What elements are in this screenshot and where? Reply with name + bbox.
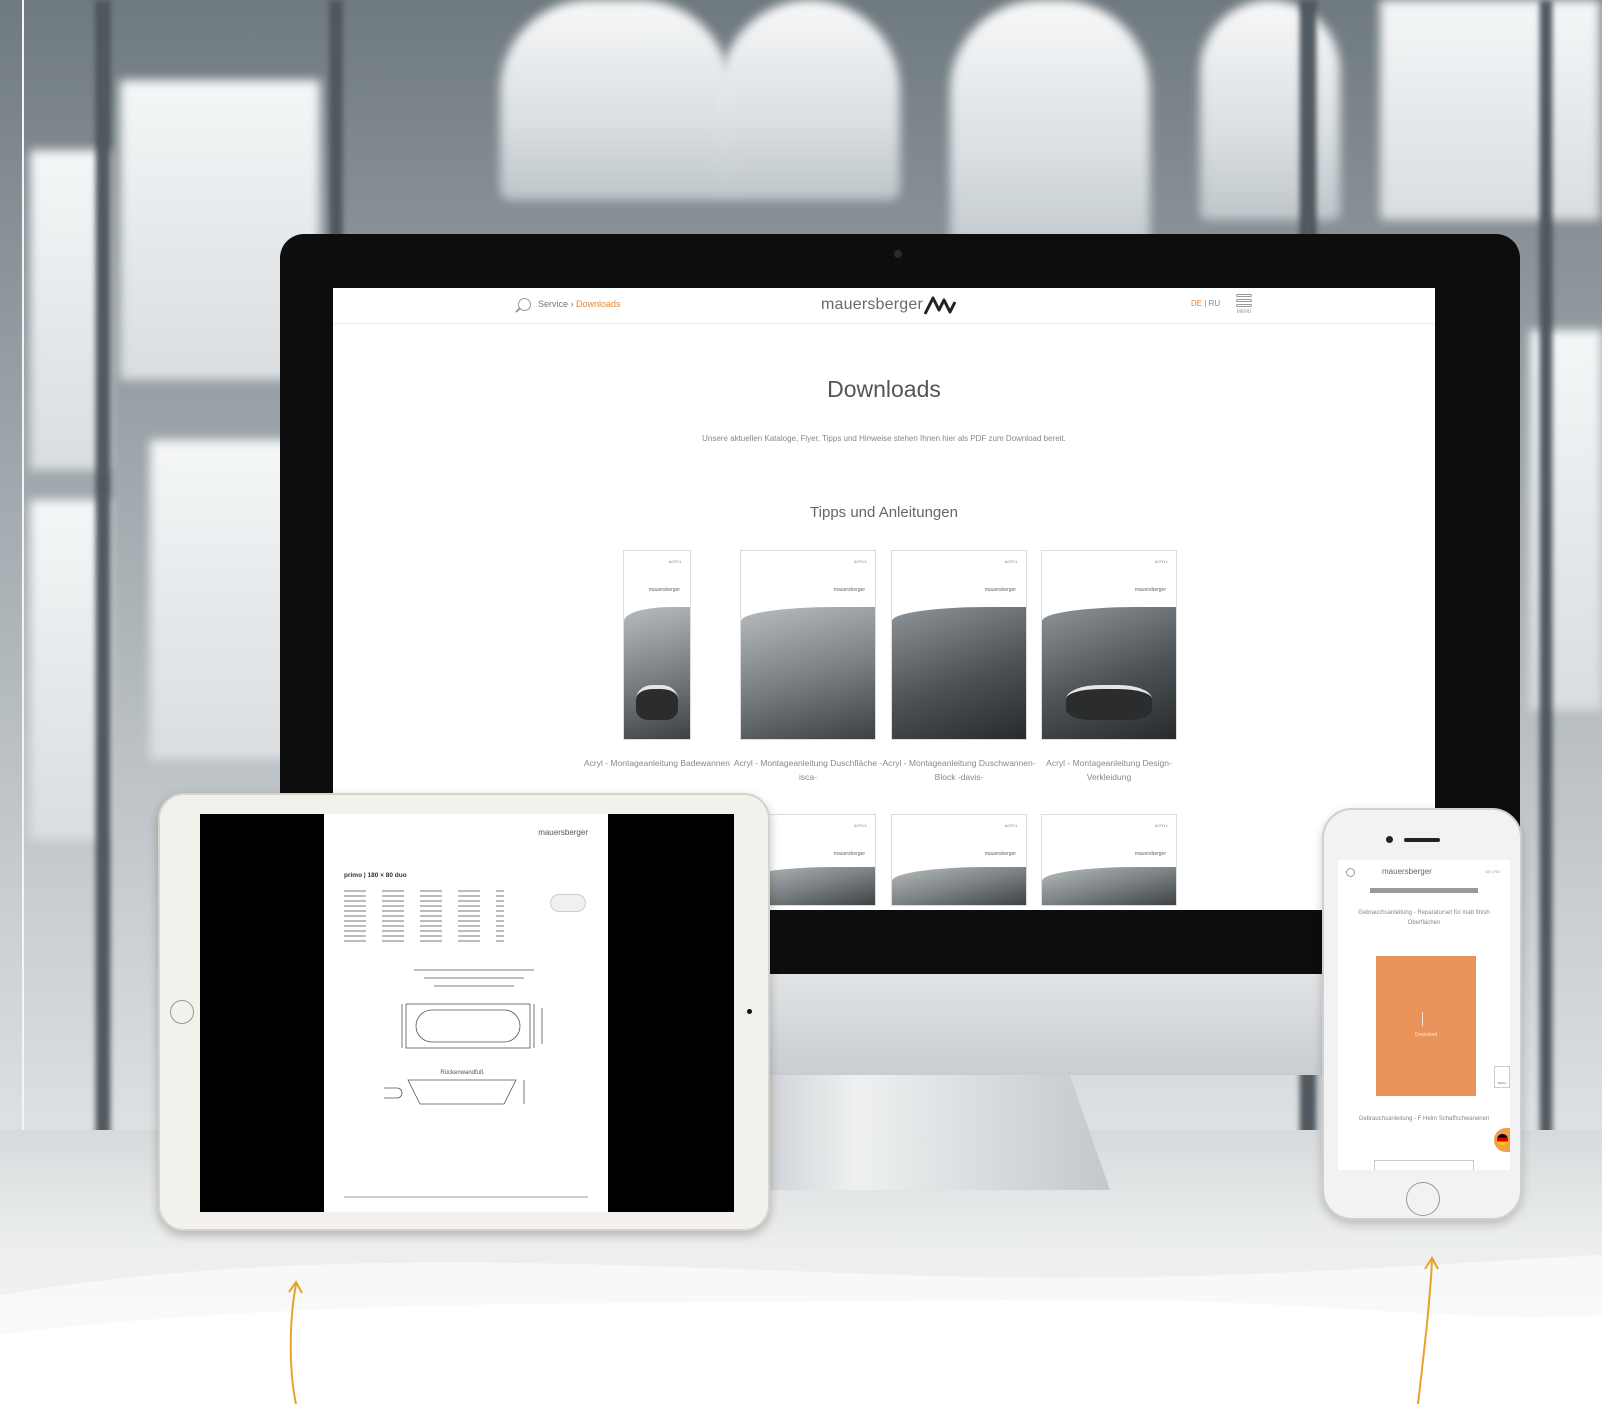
camera-icon (747, 1009, 752, 1014)
decorative-wave (0, 1255, 1602, 1404)
pdf-brand: mauersberger (538, 828, 588, 837)
brand-logo-text[interactable]: mauersberger (1382, 867, 1432, 876)
language-flag-tab[interactable] (1494, 1128, 1510, 1152)
document-tag: ACRYL (1004, 559, 1018, 564)
search-icon[interactable] (1346, 868, 1355, 877)
display-bathtub (720, 0, 900, 200)
document-tag: ACRYL (1154, 559, 1168, 564)
document-caption[interactable]: Gebrauchsanleitung - Reparaturset für ma… (1358, 908, 1490, 928)
site-header: Service › Downloads mauersberger DE | RU… (333, 288, 1435, 324)
intro-text: Unsere aktuellen Kataloge, Flyer, Tipps … (702, 434, 1066, 443)
document-caption[interactable]: Gebrauchsanleitung - F Helm Schaffschwan… (1358, 1114, 1490, 1124)
hamburger-menu-icon[interactable]: MENU (1233, 294, 1255, 318)
shelf-pillar (96, 0, 110, 1140)
tablet-screen: mauersberger primo | 180 × 80 duo Rücken… (200, 814, 734, 1212)
german-flag-icon (1497, 1134, 1508, 1145)
previous-card-edge (1370, 888, 1478, 893)
document-tag: ACRYL (853, 559, 867, 564)
brand-logo-mark-icon[interactable] (923, 294, 957, 316)
pdf-datasheet: mauersberger primo | 180 × 80 duo Rücken… (324, 814, 608, 1212)
document-tag: ACRYL (853, 823, 867, 828)
tablet-callout-arrow-icon (288, 1280, 303, 1404)
document-tag: ACRYL (1154, 823, 1168, 828)
document-brand: mauersberger (833, 851, 865, 857)
display-panel (150, 440, 300, 760)
breadcrumb: Service › Downloads (538, 299, 621, 309)
home-button-icon (1406, 1182, 1440, 1216)
camera-icon (1386, 836, 1393, 843)
document-brand: mauersberger (984, 851, 1016, 857)
brand-logo-text[interactable]: mauersberger (821, 296, 923, 314)
document-caption[interactable]: Acryl - Montageanleitung Duschfläche -is… (728, 756, 888, 784)
display-bathtub (500, 0, 730, 200)
download-tile[interactable]: Download (1376, 956, 1476, 1096)
document-brand: mauersberger (833, 587, 865, 593)
phone-device: mauersberger DE | RU Gebrauchsanleitung … (1322, 808, 1522, 1220)
drawing-label: Rückenwandfuß (440, 1070, 484, 1076)
download-arrow-icon (1422, 1012, 1423, 1026)
language-ru[interactable]: RU (1209, 299, 1221, 308)
document-cover-image (892, 867, 1026, 905)
pdf-footer (344, 1196, 588, 1198)
home-button-icon (170, 1000, 194, 1024)
pdf-product-title: primo | 180 × 80 duo (344, 872, 407, 879)
search-icon[interactable] (518, 298, 531, 311)
document-brand: mauersberger (648, 587, 680, 593)
document-tag: ACRYL (1004, 823, 1018, 828)
document-card[interactable]: ACRYL mauersberger (623, 550, 691, 740)
display-bathtub (1200, 0, 1340, 220)
document-caption[interactable]: Acryl - Montageanleitung Design-Verkleid… (1029, 756, 1189, 784)
document-caption[interactable]: Acryl - Montageanleitung Badewannen (577, 756, 737, 770)
document-cover-image (1042, 607, 1176, 739)
pdf-spec-table (344, 890, 504, 945)
breadcrumb-separator: › (568, 299, 577, 309)
document-card[interactable]: ACRYL mauersberger (891, 550, 1027, 740)
language-de[interactable]: DE (1191, 299, 1202, 308)
language-switch[interactable]: DE | RU (1191, 299, 1220, 308)
phone-callout-arrow-icon (1417, 1256, 1439, 1404)
document-cover-image (624, 607, 690, 739)
download-label: Download (1414, 1032, 1438, 1038)
document-card[interactable]: ACRYL mauersberger (891, 814, 1027, 906)
display-panel (1380, 0, 1600, 220)
document-cover-image (1042, 867, 1176, 905)
menu-label: MENU (1236, 309, 1252, 315)
section-title: Tipps und Anleitungen (810, 504, 958, 521)
document-brand: mauersberger (984, 587, 1016, 593)
pdf-product-thumbnail (550, 894, 586, 912)
document-card[interactable]: ACRYL mauersberger (740, 550, 876, 740)
breadcrumb-parent[interactable]: Service (538, 299, 568, 309)
phone-screen: mauersberger DE | RU Gebrauchsanleitung … (1338, 860, 1510, 1170)
document-card[interactable]: ACRYL mauersberger (1041, 814, 1177, 906)
shelf-pillar (1540, 0, 1552, 1140)
document-tag: ACRYL (668, 559, 682, 564)
document-cover-image (741, 607, 875, 739)
document-brand: mauersberger (1134, 587, 1166, 593)
page-title: Downloads (827, 376, 941, 402)
technical-drawing: Rückenwandfuß (384, 969, 543, 1105)
document-brand: mauersberger (1134, 851, 1166, 857)
side-menu-button[interactable]: MENU (1494, 1066, 1510, 1088)
language-switch[interactable]: DE | RU (1485, 869, 1500, 874)
tablet-device: mauersberger primo | 180 × 80 duo Rücken… (158, 793, 770, 1231)
document-caption[interactable]: Acryl - Montageanleitung Duschwannen-Blo… (879, 756, 1039, 784)
camera-icon (894, 250, 902, 258)
document-card[interactable]: ACRYL mauersberger (1041, 550, 1177, 740)
display-bathtub (950, 0, 1150, 260)
breadcrumb-current: Downloads (576, 299, 621, 309)
document-cover-image (892, 607, 1026, 739)
speaker-grille (1404, 838, 1440, 842)
next-card-edge (1374, 1160, 1474, 1170)
